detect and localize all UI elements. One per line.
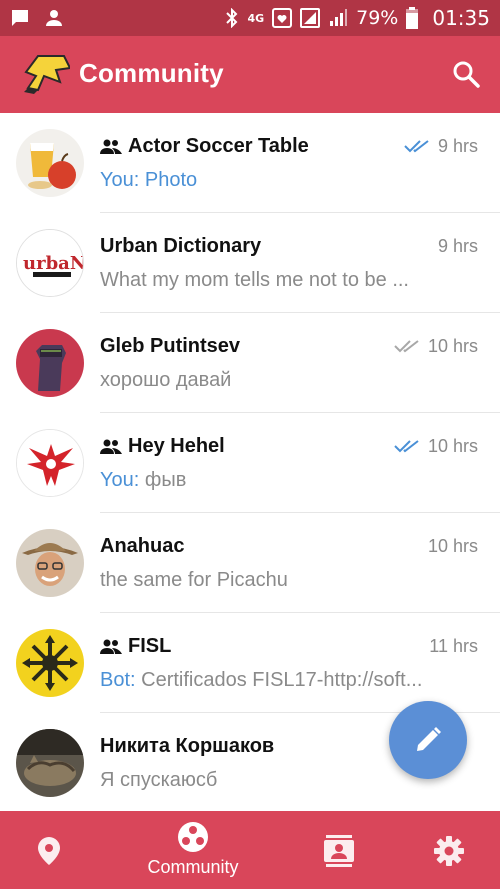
- double-check-read-icon: [394, 440, 419, 453]
- beer-apple-avatar-icon: [16, 129, 84, 197]
- compose-button[interactable]: [389, 701, 467, 779]
- heart-box-icon: [272, 8, 293, 28]
- double-check-sent-icon: [394, 340, 419, 353]
- chat-time: 11 hrs: [429, 635, 478, 656]
- chat-avatar: [16, 529, 84, 597]
- search-icon[interactable]: [452, 60, 480, 88]
- chat-avatar: [16, 429, 84, 497]
- chat-preview: What my mom tells me not to be ...: [100, 269, 470, 292]
- chat-notification-icon: [12, 10, 28, 26]
- nav-location[interactable]: [20, 811, 80, 889]
- chat-name: Никита Коршаков: [100, 734, 275, 757]
- person-notification-icon: [46, 10, 62, 26]
- pencil-icon: [417, 727, 441, 751]
- red-phoenix-avatar-icon: [17, 430, 83, 496]
- chat-name: Urban Dictionary: [100, 234, 262, 257]
- chat-message: Я спускаюсб: [100, 769, 218, 791]
- chat-avatar: [16, 629, 84, 697]
- chat-time: 9 hrs: [437, 235, 478, 256]
- person-hat-avatar-icon: [16, 529, 84, 597]
- chat-name: Hey Hehel: [128, 434, 225, 457]
- chat-time: 10 hrs: [427, 435, 478, 456]
- contacts-icon: [324, 835, 354, 867]
- group-icon: [100, 439, 122, 454]
- chat-sender: Bot:: [100, 669, 136, 691]
- chat-message: What my mom tells me not to be ...: [100, 269, 409, 291]
- chat-avatar: [16, 129, 84, 197]
- battery-percent: 79%: [356, 7, 399, 29]
- chat-row-fisl[interactable]: FISL 11 hrs Bot: Certificados FISL17-htt…: [0, 613, 500, 713]
- chat-time: 9 hrs: [437, 135, 478, 156]
- clock: 01:35: [432, 6, 490, 30]
- app-bar: Community: [0, 36, 500, 113]
- battery-icon: [406, 7, 419, 29]
- chat-avatar: [16, 729, 84, 797]
- chat-preview: хорошо давай: [100, 369, 470, 392]
- bluetooth-icon: [226, 8, 238, 28]
- chat-sender: You:: [100, 469, 140, 491]
- svg-text:urbaN: urbaN: [23, 253, 84, 274]
- chat-name: Anahuac: [100, 534, 185, 557]
- settings-gear-icon: [434, 836, 464, 866]
- fist-avatar-icon: [16, 329, 84, 397]
- bottom-navigation: Community: [0, 811, 500, 889]
- chat-name: FISL: [128, 634, 172, 657]
- chat-preview: You: фыв: [100, 469, 470, 492]
- chat-message: фыв: [144, 469, 187, 491]
- chaos-star-avatar-icon: [16, 629, 84, 697]
- community-icon: [178, 822, 208, 852]
- chat-message: Certificados FISL17-http://soft...: [141, 669, 423, 691]
- urban-dictionary-logo-icon: urbaN: [17, 230, 84, 296]
- cat-avatar-icon: [16, 729, 84, 797]
- chat-message: хорошо давай: [100, 369, 232, 391]
- chat-time: 10 hrs: [427, 335, 478, 356]
- app-title: Community: [79, 58, 224, 88]
- cell-signal-icon: [330, 9, 348, 26]
- nav-community[interactable]: Community: [133, 811, 253, 889]
- status-bar: 4G 79% 01:35: [0, 0, 500, 36]
- signal-box-icon: [300, 8, 321, 28]
- chat-message: the same for Picachu: [100, 569, 288, 591]
- nav-contacts[interactable]: [310, 811, 370, 889]
- chat-avatar: urbaN: [16, 229, 84, 297]
- chat-avatar: [16, 329, 84, 397]
- chat-name: Gleb Putintsev: [100, 334, 241, 357]
- group-icon: [100, 139, 122, 154]
- chat-sender: You:: [100, 169, 140, 191]
- chat-preview: You: Photo: [100, 169, 470, 192]
- chat-row-hey-hehel[interactable]: Hey Hehel 10 hrs You: фыв: [0, 413, 500, 513]
- chat-preview: the same for Picachu: [100, 569, 470, 592]
- chat-time: 10 hrs: [427, 535, 478, 556]
- nav-settings[interactable]: [420, 811, 480, 889]
- chat-message: Photo: [144, 169, 198, 191]
- double-check-read-icon: [404, 140, 429, 153]
- pikachu-logo-icon: [24, 55, 70, 94]
- network-type: 4G: [247, 11, 265, 25]
- chat-row-anahuac[interactable]: Anahuac 10 hrs the same for Picachu: [0, 513, 500, 613]
- chat-row-actor-soccer-table[interactable]: Actor Soccer Table 9 hrs You: Photo: [0, 113, 500, 213]
- group-icon: [100, 639, 122, 654]
- chat-name: Actor Soccer Table: [128, 134, 309, 157]
- chat-row-urban-dictionary[interactable]: urbaN Urban Dictionary 9 hrs What my mom…: [0, 213, 500, 313]
- location-pin-icon: [38, 837, 60, 865]
- chat-row-gleb-putintsev[interactable]: Gleb Putintsev 10 hrs хорошо давай: [0, 313, 500, 413]
- chat-preview: Bot: Certificados FISL17-http://soft...: [100, 669, 470, 692]
- nav-community-label: Community: [147, 857, 239, 877]
